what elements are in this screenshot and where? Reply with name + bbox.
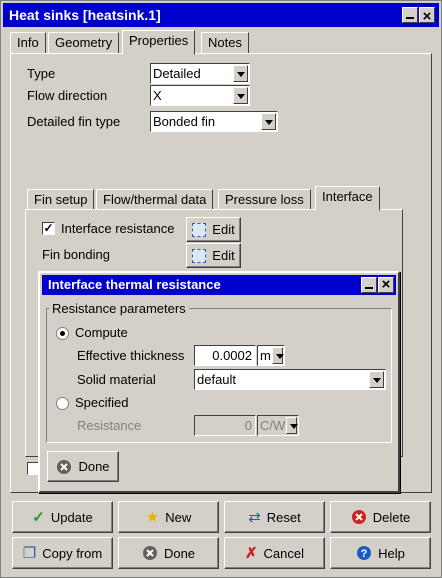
new-button[interactable]: ★ New <box>118 501 219 533</box>
close-icon: × <box>422 8 432 25</box>
update-label: Update <box>50 509 93 525</box>
close-icon: × <box>381 276 391 293</box>
tab-properties[interactable]: Properties <box>122 30 196 55</box>
fin-type-value: Bonded fin <box>153 114 216 129</box>
type-label: Type <box>27 66 56 81</box>
effective-thickness-input[interactable]: 0.0002 <box>194 345 256 366</box>
fin-bonding-label: Fin bonding <box>42 247 110 262</box>
tab-geometry[interactable]: Geometry <box>48 32 120 54</box>
update-button[interactable]: ✓ Update <box>12 501 113 533</box>
minimize-icon <box>365 287 373 289</box>
tab-notes[interactable]: Notes <box>201 32 249 54</box>
edit-icon <box>192 248 207 263</box>
dialog-minimize-button[interactable] <box>361 277 377 293</box>
compute-radio[interactable] <box>56 327 69 340</box>
edit-label: Edit <box>212 222 235 237</box>
delete-label: Delete <box>372 509 411 525</box>
subtab-fin-setup[interactable]: Fin setup <box>27 189 95 211</box>
resistance-unit-value: C/W <box>260 418 286 433</box>
minimize-button[interactable] <box>402 7 418 23</box>
solid-material-label: Solid material <box>77 372 156 387</box>
compute-label: Compute <box>75 325 128 340</box>
effective-thickness-label: Effective thickness <box>77 348 185 363</box>
dialog-close-button[interactable]: × <box>378 276 394 293</box>
copy-from-label: Copy from <box>42 545 103 561</box>
flow-direction-value: X <box>153 88 162 103</box>
interface-resistance-label: Interface resistance <box>61 221 175 236</box>
solid-material-value: default <box>197 372 237 387</box>
edit-icon <box>192 222 207 237</box>
done-icon <box>142 546 157 560</box>
cancel-icon: ✗ <box>244 544 258 562</box>
done-icon <box>57 459 72 474</box>
chevron-down-icon <box>233 65 248 82</box>
svg-text:?: ? <box>361 548 368 560</box>
done-label: Done <box>163 545 196 561</box>
resistance-label: Resistance <box>77 418 142 433</box>
tab-info[interactable]: Info <box>10 32 46 54</box>
window-title: Heat sinks [heatsink.1] <box>9 7 161 23</box>
thickness-unit-select[interactable]: m <box>257 345 285 366</box>
help-label: Help <box>378 545 405 561</box>
dialog-titlebar[interactable]: Interface thermal resistance × <box>42 275 396 295</box>
flow-direction-label: Flow direction <box>27 88 108 103</box>
heat-sinks-window: Heat sinks [heatsink.1] × Info Geometry … <box>0 0 442 578</box>
interface-thermal-resistance-dialog: Interface thermal resistance × Resistanc… <box>38 271 400 493</box>
new-label: New <box>165 509 192 525</box>
interface-resistance-checkbox[interactable]: ✓ <box>42 222 55 235</box>
fin-bonding-edit-button[interactable]: Edit <box>186 243 241 268</box>
chevron-down-icon <box>261 113 276 130</box>
chevron-down-icon <box>369 371 384 388</box>
reset-label: Reset <box>266 509 301 525</box>
resistance-input: 0 <box>194 415 256 436</box>
checkmark-icon: ✓ <box>32 508 45 526</box>
type-select[interactable]: Detailed <box>150 63 250 84</box>
reset-button[interactable]: ⇄ Reset <box>224 501 325 533</box>
copy-from-button[interactable]: ❐ Copy from <box>12 537 113 569</box>
help-icon: ? <box>357 546 372 560</box>
resistance-parameters-legend: Resistance parameters <box>52 301 186 316</box>
delete-button[interactable]: Delete <box>330 501 431 533</box>
done-label: Done <box>78 459 110 474</box>
edit-label: Edit <box>212 248 235 263</box>
dialog-done-button[interactable]: Done <box>47 451 119 482</box>
flow-direction-select[interactable]: X <box>150 85 250 106</box>
subtab-pressure-loss[interactable]: Pressure loss <box>218 189 311 211</box>
interface-resistance-edit-button[interactable]: Edit <box>186 217 241 242</box>
specified-radio[interactable] <box>56 397 69 410</box>
delete-icon <box>351 510 366 524</box>
chevron-down-icon <box>233 87 248 104</box>
cancel-label: Cancel <box>263 545 305 561</box>
thickness-unit-value: m <box>260 348 271 363</box>
chevron-down-icon <box>286 417 298 434</box>
minimize-icon <box>406 17 414 19</box>
help-button[interactable]: ? Help <box>330 537 431 569</box>
close-button[interactable]: × <box>419 7 435 25</box>
dialog-title: Interface thermal resistance <box>48 277 221 292</box>
solid-material-select[interactable]: default <box>194 369 386 390</box>
type-value: Detailed <box>153 66 201 81</box>
subtab-flow-thermal[interactable]: Flow/thermal data <box>96 189 214 211</box>
specified-label: Specified <box>75 395 129 410</box>
window-titlebar[interactable]: Heat sinks [heatsink.1] × <box>3 3 439 27</box>
cancel-button[interactable]: ✗ Cancel <box>224 537 325 569</box>
reset-icon: ⇄ <box>248 508 261 526</box>
copy-icon: ❐ <box>22 544 37 562</box>
chevron-down-icon <box>272 347 284 364</box>
fin-type-select[interactable]: Bonded fin <box>150 111 278 132</box>
star-icon: ★ <box>145 508 160 526</box>
subtab-interface[interactable]: Interface <box>315 186 380 211</box>
done-button[interactable]: Done <box>118 537 219 569</box>
resistance-unit-select: C/W <box>257 415 299 436</box>
fin-type-label: Detailed fin type <box>27 114 121 129</box>
